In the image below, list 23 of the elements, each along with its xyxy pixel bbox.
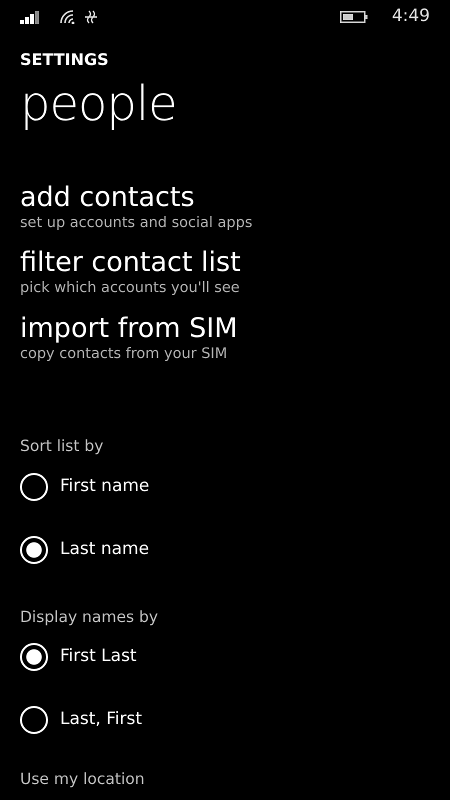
radio-option[interactable]: First Last	[20, 642, 434, 671]
radio-option[interactable]: First name	[20, 472, 434, 501]
section-title: SETTINGS	[20, 49, 110, 71]
link-description: set up accounts and social apps	[20, 214, 254, 233]
wifi-icon	[60, 10, 76, 24]
settings-link[interactable]: filter contact list	[20, 248, 241, 278]
radio-button[interactable]	[20, 642, 48, 671]
radio-button[interactable]	[20, 472, 48, 501]
radio-button[interactable]	[20, 536, 48, 564]
vibrate-icon	[84, 10, 98, 24]
settings-link[interactable]: import from SIM	[20, 314, 238, 344]
clock: 4:49	[392, 5, 430, 28]
battery-icon	[340, 11, 368, 23]
page-title: people	[20, 80, 178, 128]
group-label: Use my location	[20, 770, 146, 788]
link-description: pick which accounts you'll see	[20, 279, 241, 298]
link-description: copy contacts from your SIM	[20, 344, 228, 364]
group-label: Display names by	[20, 606, 160, 628]
radio-button[interactable]	[20, 706, 48, 734]
settings-link[interactable]: add contacts	[20, 183, 195, 213]
group-label: Sort list by	[20, 436, 104, 458]
radio-option[interactable]: Last name	[20, 536, 434, 564]
radio-option[interactable]: Last, First	[20, 706, 434, 734]
